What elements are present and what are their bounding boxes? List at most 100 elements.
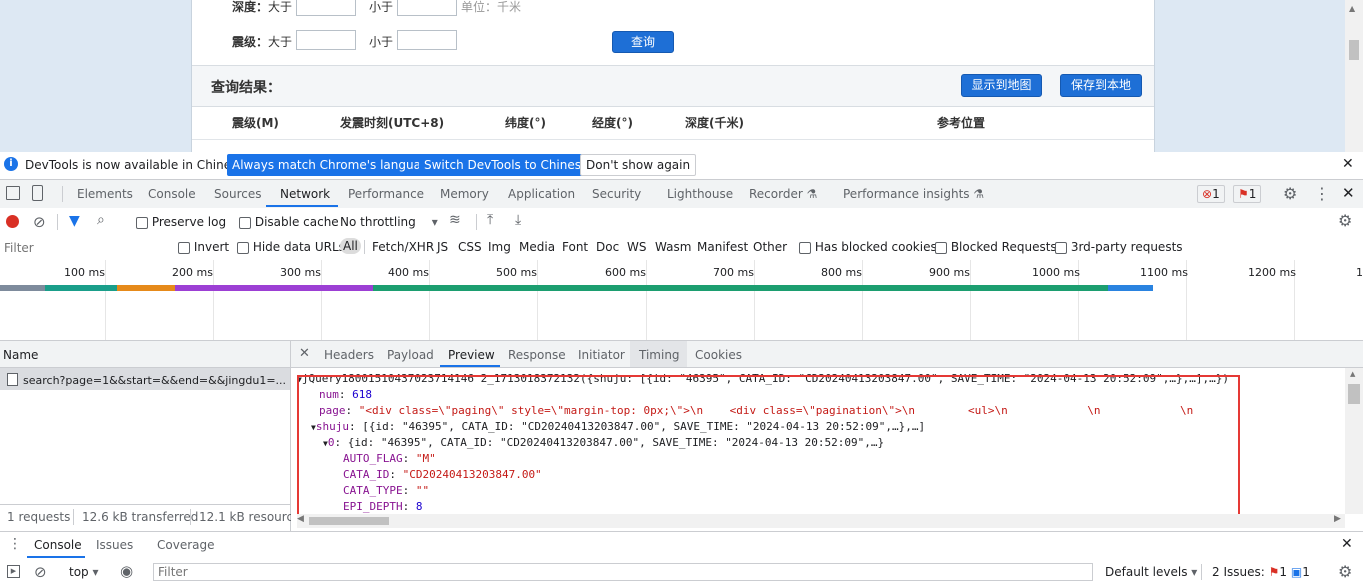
close-devtools-icon[interactable]: ✕: [1342, 184, 1355, 202]
scroll-up-arrow-icon[interactable]: ▲: [1349, 4, 1355, 13]
preview-horizontal-scrollbar[interactable]: ◀ ▶: [297, 514, 1345, 528]
drawer-tab-console[interactable]: Console: [34, 538, 82, 552]
issues-counter[interactable]: 2 Issues: ⚑1 ▣1: [1212, 565, 1310, 579]
request-list-pane: Name search?page=1&&start=&&end=&&jingdu…: [0, 341, 300, 532]
filter-type-ws[interactable]: WS: [627, 240, 646, 254]
filter-type-wasm[interactable]: Wasm: [655, 240, 691, 254]
switch-to-chinese-button[interactable]: Switch DevTools to Chinese: [419, 154, 594, 176]
filter-type-js[interactable]: JS: [437, 240, 448, 254]
network-filter-input[interactable]: [2, 238, 166, 258]
depth-max-input[interactable]: [397, 0, 457, 16]
filter-type-css[interactable]: CSS: [458, 240, 482, 254]
filter-type-img[interactable]: Img: [488, 240, 511, 254]
preview-vertical-scrollbar[interactable]: ▲: [1345, 368, 1363, 514]
name-column-header[interactable]: Name: [3, 348, 38, 362]
tab-recorder[interactable]: Recorder ⚗: [749, 187, 817, 201]
tick-label: 1: [1356, 266, 1363, 279]
blocked-cookies-checkbox[interactable]: Has blocked cookies: [799, 240, 937, 254]
inspect-element-icon[interactable]: [6, 186, 20, 200]
tab-initiator[interactable]: Initiator: [578, 348, 625, 362]
console-toolbar: ▶ ⊘ top ▾ ◉ Default levels ▾ 2 Issues: ⚑…: [0, 559, 1363, 588]
close-detail-icon[interactable]: ✕: [299, 346, 310, 361]
log-levels-select[interactable]: Default levels ▾: [1105, 565, 1197, 579]
dont-show-again-button[interactable]: Don't show again: [580, 154, 697, 176]
record-icon[interactable]: [6, 215, 19, 228]
save-local-button[interactable]: 保存到本地: [1060, 74, 1142, 97]
tab-console[interactable]: Console: [148, 187, 196, 201]
scroll-left-arrow-icon[interactable]: ◀: [297, 514, 304, 524]
scroll-right-arrow-icon[interactable]: ▶: [1334, 514, 1341, 524]
eye-icon[interactable]: ◉: [120, 562, 133, 580]
tick-label: 500 ms: [496, 266, 537, 279]
scroll-up-arrow-icon[interactable]: ▲: [1350, 370, 1355, 378]
tab-response[interactable]: Response: [508, 348, 566, 362]
tab-lighthouse[interactable]: Lighthouse: [667, 187, 733, 201]
export-har-icon[interactable]: ⤓: [515, 212, 521, 228]
tab-security[interactable]: Security: [592, 187, 641, 201]
throttling-select[interactable]: No throttling ▾: [340, 215, 438, 229]
blocked-requests-checkbox[interactable]: Blocked Requests: [935, 240, 1057, 254]
drawer-tab-coverage[interactable]: Coverage: [157, 538, 215, 552]
vertical-scrollbar-thumb[interactable]: [1348, 384, 1360, 404]
filter-type-all[interactable]: All: [340, 238, 361, 254]
filter-icon[interactable]: ▼: [69, 213, 80, 229]
console-settings-gear-icon[interactable]: ⚙: [1338, 562, 1352, 581]
active-drawer-tab-indicator: [27, 556, 85, 558]
tab-cookies[interactable]: Cookies: [695, 348, 742, 362]
horizontal-scrollbar-thumb[interactable]: [309, 517, 389, 525]
tab-headers[interactable]: Headers: [324, 348, 374, 362]
device-toolbar-icon[interactable]: [32, 185, 43, 201]
tab-preview[interactable]: Preview: [448, 348, 495, 362]
request-name[interactable]: search?page=1&&start=&&end=&&jingdu1=...: [23, 374, 285, 387]
issue-count-badge[interactable]: ⚑1: [1233, 185, 1262, 203]
tab-elements[interactable]: Elements: [77, 187, 133, 201]
magnitude-min-input[interactable]: [296, 30, 356, 50]
network-conditions-icon[interactable]: ≋: [449, 212, 461, 228]
filter-type-other[interactable]: Other: [753, 240, 787, 254]
clear-console-icon[interactable]: ⊘: [34, 563, 47, 581]
show-on-map-button[interactable]: 显示到地图: [961, 74, 1042, 97]
clear-icon[interactable]: ⊘: [33, 213, 46, 231]
show-sidebar-icon[interactable]: ▶: [7, 565, 20, 578]
magnitude-max-input[interactable]: [397, 30, 457, 50]
drawer-tab-issues[interactable]: Issues: [96, 538, 133, 552]
tab-application[interactable]: Application: [508, 187, 575, 201]
tab-sources[interactable]: Sources: [214, 187, 261, 201]
filter-type-font[interactable]: Font: [562, 240, 588, 254]
checkbox-box: [935, 241, 947, 254]
tab-timing[interactable]: Timing: [639, 348, 680, 362]
third-party-checkbox[interactable]: 3rd-party requests: [1055, 240, 1183, 254]
settings-gear-icon[interactable]: ⚙: [1283, 184, 1297, 203]
toolbar-divider: [57, 214, 58, 230]
drawer-menu-icon[interactable]: ⋮: [8, 536, 22, 552]
context-select[interactable]: top ▾: [69, 565, 99, 579]
preserve-log-checkbox[interactable]: Preserve log: [136, 215, 226, 229]
error-count-badge[interactable]: ⊗1: [1197, 185, 1225, 203]
tab-performance[interactable]: Performance: [348, 187, 424, 201]
more-options-icon[interactable]: ⋮: [1314, 184, 1330, 203]
depth-min-input[interactable]: [296, 0, 356, 16]
tab-performance-insights[interactable]: Performance insights ⚗: [843, 187, 984, 201]
filter-type-manifest[interactable]: Manifest: [697, 240, 748, 254]
query-button[interactable]: 查询: [612, 31, 674, 53]
network-timeline-overview[interactable]: 100 ms 200 ms 300 ms 400 ms 500 ms 600 m…: [0, 260, 1363, 341]
tab-memory[interactable]: Memory: [440, 187, 489, 201]
disable-cache-checkbox[interactable]: Disable cache: [239, 215, 339, 229]
filter-type-fetch-xhr[interactable]: Fetch/XHR: [372, 240, 434, 254]
always-match-language-button[interactable]: Always match Chrome's language: [227, 154, 441, 176]
import-har-icon[interactable]: ⤒: [487, 212, 493, 228]
tab-payload[interactable]: Payload: [387, 348, 434, 362]
filter-type-media[interactable]: Media: [519, 240, 555, 254]
close-drawer-icon[interactable]: ✕: [1341, 536, 1353, 552]
page-scrollbar-thumb[interactable]: [1349, 40, 1359, 60]
page-scrollbar[interactable]: ▲: [1345, 0, 1363, 152]
close-infobar-icon[interactable]: ✕: [1342, 156, 1354, 172]
th-time: 发震时刻(UTC+8): [340, 116, 445, 130]
tab-network[interactable]: Network: [280, 187, 330, 201]
console-filter-input[interactable]: [153, 563, 1093, 581]
search-icon[interactable]: ⌕: [97, 212, 105, 228]
invert-checkbox[interactable]: Invert: [178, 240, 229, 254]
network-settings-gear-icon[interactable]: ⚙: [1338, 211, 1352, 230]
hide-data-urls-checkbox[interactable]: Hide data URLs: [237, 240, 345, 254]
filter-type-doc[interactable]: Doc: [596, 240, 619, 254]
